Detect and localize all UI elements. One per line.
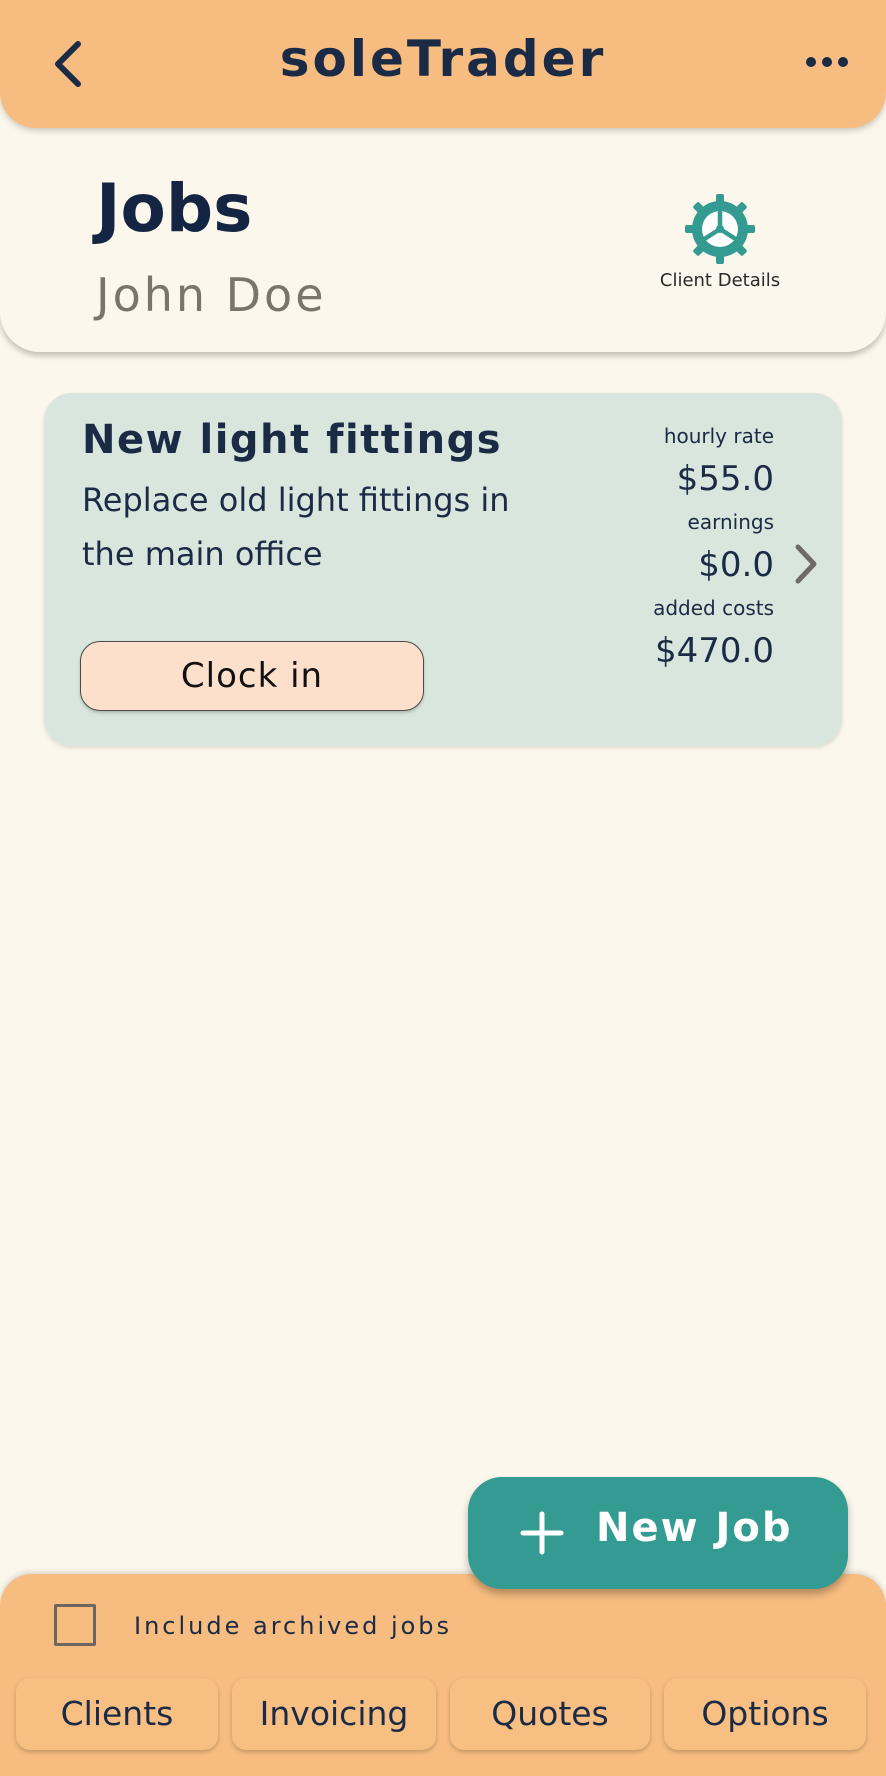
client-name: John Doe	[96, 268, 327, 322]
job-title: New light fittings	[82, 417, 503, 463]
include-archived-label: Include archived jobs	[134, 1612, 453, 1640]
client-details-label: Client Details	[659, 270, 781, 291]
more-options-button[interactable]	[804, 50, 850, 74]
nav-invoicing-button[interactable]: Invoicing	[232, 1678, 436, 1750]
chevron-right-icon[interactable]	[792, 543, 820, 585]
include-archived-checkbox[interactable]	[54, 1604, 96, 1646]
job-card[interactable]: New light fittings Replace old light fit…	[44, 393, 842, 746]
more-horizontal-icon	[806, 57, 848, 67]
jobs-screen: soleTrader Jobs John Doe Client Details …	[0, 0, 886, 1776]
new-job-button[interactable]: New Job	[468, 1477, 848, 1589]
plus-icon	[520, 1511, 564, 1555]
nav-clients-button[interactable]: Clients	[16, 1678, 218, 1750]
earnings-value: $0.0	[698, 545, 774, 585]
clock-in-button[interactable]: Clock in	[80, 641, 424, 711]
hourly-rate-label: hourly rate	[663, 424, 774, 448]
app-title: soleTrader	[279, 30, 607, 88]
bottom-bar: Include archived jobs Clients Invoicing …	[0, 1574, 886, 1776]
job-stats: hourly rate $55.0 earnings $0.0 added co…	[653, 419, 774, 677]
nav-options-button[interactable]: Options	[664, 1678, 866, 1750]
top-app-bar: soleTrader	[0, 0, 886, 128]
hourly-rate-value: $55.0	[676, 459, 774, 499]
added-costs-label: added costs	[653, 596, 774, 620]
job-description: Replace old light fittings in the main o…	[82, 481, 510, 573]
added-costs-value: $470.0	[655, 631, 774, 671]
gear-icon	[685, 194, 755, 264]
earnings-label: earnings	[687, 510, 774, 534]
nav-quotes-button[interactable]: Quotes	[450, 1678, 650, 1750]
page-title: Jobs	[96, 170, 253, 247]
new-job-label: New Job	[596, 1505, 793, 1551]
client-details-button[interactable]: Client Details	[650, 192, 790, 302]
jobs-header: Jobs John Doe Client Details	[0, 90, 886, 352]
